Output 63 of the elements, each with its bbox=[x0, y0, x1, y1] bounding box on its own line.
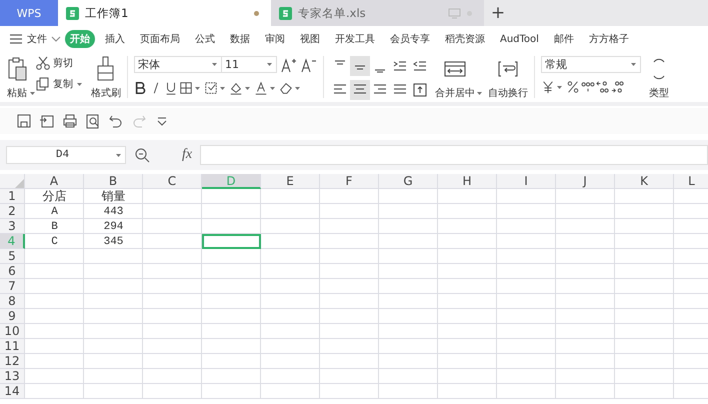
row-header[interactable]: 12 bbox=[0, 354, 25, 369]
name-box[interactable]: D4 bbox=[6, 146, 126, 164]
format-painter-button[interactable]: 格式刷 bbox=[91, 56, 121, 100]
column-header[interactable]: K bbox=[615, 174, 674, 189]
row-header[interactable]: 9 bbox=[0, 309, 25, 324]
menu-tab[interactable]: 邮件 bbox=[548, 30, 579, 48]
wrap-text-button[interactable]: 自动换行 bbox=[488, 56, 528, 100]
table-cell[interactable]: 分店 bbox=[25, 189, 84, 204]
menu-tab[interactable]: 开发工具 bbox=[330, 30, 380, 48]
menu-tab[interactable]: 审阅 bbox=[260, 30, 290, 48]
row-header[interactable]: 14 bbox=[0, 384, 25, 399]
table-cell[interactable]: 294 bbox=[84, 219, 143, 234]
paste-button[interactable]: 粘贴 bbox=[6, 56, 28, 100]
app-button[interactable]: WPS bbox=[0, 0, 58, 26]
file-menu[interactable]: 文件 bbox=[27, 32, 47, 46]
menu-tab[interactable]: 会员专享 bbox=[385, 30, 435, 48]
row-header[interactable]: 8 bbox=[0, 294, 25, 309]
row-header[interactable]: 10 bbox=[0, 324, 25, 339]
row-header[interactable]: 3 bbox=[0, 219, 25, 234]
menu-tab[interactable]: 插入 bbox=[100, 30, 130, 48]
row-header[interactable]: 5 bbox=[0, 249, 25, 264]
table-cell[interactable]: A bbox=[25, 204, 84, 219]
menu-tab[interactable]: 稻壳资源 bbox=[440, 30, 490, 48]
copy-button[interactable]: 复制 bbox=[36, 77, 83, 91]
tab-label: 专家名单.xls bbox=[298, 6, 366, 20]
merge-button[interactable]: 合并居中 bbox=[435, 56, 475, 100]
new-tab-button[interactable]: + bbox=[484, 0, 512, 26]
column-header[interactable]: H bbox=[438, 174, 497, 189]
column-header[interactable]: C bbox=[143, 174, 202, 189]
menu-tab[interactable]: 方方格子 bbox=[584, 30, 634, 48]
column-header[interactable]: J bbox=[556, 174, 615, 189]
table-cell[interactable]: 345 bbox=[84, 234, 143, 249]
function-label[interactable]: fx bbox=[182, 147, 192, 163]
table-cell[interactable]: B bbox=[25, 219, 84, 234]
document-tab[interactable]: 专家名单.xls bbox=[271, 0, 484, 26]
convert-button[interactable]: 类型 bbox=[648, 56, 670, 100]
menu-tab[interactable]: 视图 bbox=[295, 30, 325, 48]
number-format-dropdown[interactable]: 常规 bbox=[541, 56, 641, 73]
column-header[interactable]: E bbox=[261, 174, 320, 189]
row-header[interactable]: 2 bbox=[0, 204, 25, 219]
menu-tab[interactable]: 页面布局 bbox=[135, 30, 185, 48]
row-header[interactable]: 7 bbox=[0, 279, 25, 294]
font-size-dropdown[interactable]: 11 bbox=[221, 56, 277, 73]
column-header[interactable]: G bbox=[379, 174, 438, 189]
row-header[interactable]: 6 bbox=[0, 264, 25, 279]
menu-tab[interactable]: AudTool bbox=[495, 32, 544, 46]
table-cell[interactable]: 销量 bbox=[84, 189, 143, 204]
column-header[interactable]: L bbox=[674, 174, 708, 189]
column-header[interactable]: F bbox=[320, 174, 379, 189]
table-cell[interactable]: C bbox=[25, 234, 84, 249]
row-header[interactable]: 1 bbox=[0, 189, 25, 204]
column-header[interactable]: A bbox=[25, 174, 84, 189]
menu-tab[interactable]: 公式 bbox=[190, 30, 220, 48]
column-header[interactable]: B bbox=[84, 174, 143, 189]
menu-tab[interactable]: 数据 bbox=[225, 30, 255, 48]
document-tab[interactable]: 工作簿1 bbox=[58, 0, 271, 26]
tab-label: 工作簿1 bbox=[85, 6, 128, 20]
font-name-dropdown[interactable]: 宋体 bbox=[134, 56, 222, 73]
row-header[interactable]: 11 bbox=[0, 339, 25, 354]
cut-button[interactable]: 剪切 bbox=[36, 56, 83, 70]
row-header[interactable]: 13 bbox=[0, 369, 25, 384]
table-cell[interactable]: 443 bbox=[84, 204, 143, 219]
column-header[interactable]: I bbox=[497, 174, 556, 189]
